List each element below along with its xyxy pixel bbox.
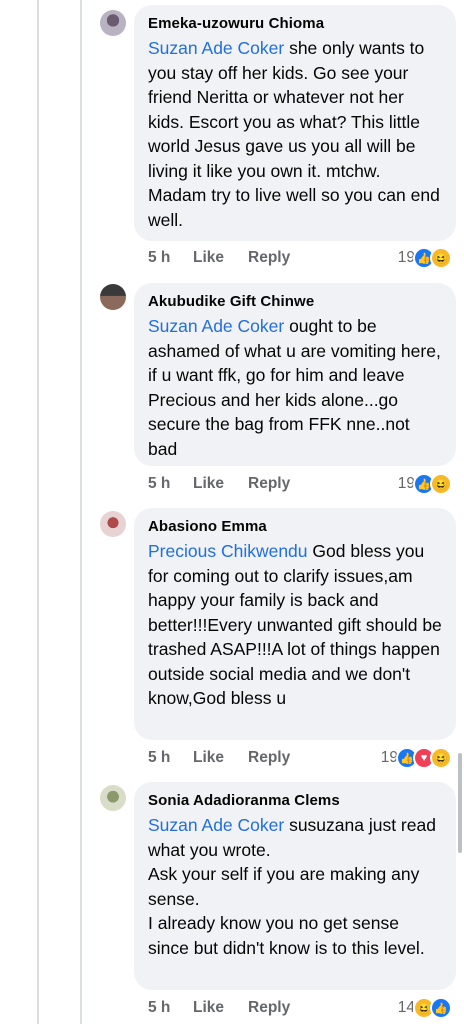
comment-body: susuzana just read what you wrote. Ask y… <box>148 815 436 958</box>
mention-link[interactable]: Suzan Ade Coker <box>148 38 284 58</box>
thread-line-outer <box>37 0 39 1024</box>
comment-time[interactable]: 5 h <box>148 249 170 267</box>
thread-line <box>80 0 82 1024</box>
mention-link[interactable]: Suzan Ade Coker <box>148 316 284 336</box>
like-button[interactable]: Like <box>193 749 224 767</box>
comment-author[interactable]: Abasiono Emma <box>148 518 442 535</box>
comment-text: Suzan Ade Coker ought to be ashamed of w… <box>148 314 442 461</box>
comment-body: God bless you for coming out to clarify … <box>148 541 442 708</box>
haha-reaction-icon: 😆 <box>430 747 452 769</box>
avatar[interactable] <box>100 284 126 310</box>
like-button[interactable]: Like <box>193 249 224 267</box>
comment-author[interactable]: Emeka-uzowuru Chioma <box>148 15 442 32</box>
reply-button[interactable]: Reply <box>248 475 290 493</box>
avatar[interactable] <box>100 511 126 537</box>
avatar[interactable] <box>100 785 126 811</box>
comment-bubble: Emeka-uzowuru Chioma Suzan Ade Coker she… <box>134 5 456 241</box>
reaction-summary[interactable]: 19 👍 😆 <box>398 247 452 269</box>
reaction-summary[interactable]: 19 👍 ♥ 😆 <box>381 747 452 769</box>
comment-text: Precious Chikwendu God bless you for com… <box>148 539 442 711</box>
haha-reaction-icon: 😆 <box>430 247 452 269</box>
comment-author[interactable]: Akubudike Gift Chinwe <box>148 293 442 310</box>
reply-button[interactable]: Reply <box>248 999 290 1017</box>
comment-time[interactable]: 5 h <box>148 475 170 493</box>
comment-bubble: Abasiono Emma Precious Chikwendu God ble… <box>134 508 456 740</box>
comment-bubble: Akubudike Gift Chinwe Suzan Ade Coker ou… <box>134 283 456 466</box>
mention-link[interactable]: Precious Chikwendu <box>148 541 308 561</box>
reply-button[interactable]: Reply <box>248 249 290 267</box>
mention-link[interactable]: Suzan Ade Coker <box>148 815 284 835</box>
like-button[interactable]: Like <box>193 999 224 1017</box>
comment-body: she only wants to you stay off her kids.… <box>148 38 440 230</box>
comment-bubble: Sonia Adadioranma Clems Suzan Ade Coker … <box>134 782 456 990</box>
comment-time[interactable]: 5 h <box>148 999 170 1017</box>
comment-body: ought to be ashamed of what u are vomiti… <box>148 316 441 459</box>
reaction-summary[interactable]: 19 👍 😆 <box>398 473 452 495</box>
like-button[interactable]: Like <box>193 475 224 493</box>
scrollbar[interactable] <box>458 753 462 853</box>
avatar[interactable] <box>100 10 126 36</box>
haha-reaction-icon: 😆 <box>430 473 452 495</box>
reply-button[interactable]: Reply <box>248 749 290 767</box>
reaction-summary[interactable]: 14 😆 👍 <box>398 997 452 1019</box>
comment-text: Suzan Ade Coker susuzana just read what … <box>148 813 442 960</box>
comment-text: Suzan Ade Coker she only wants to you st… <box>148 36 442 232</box>
like-reaction-icon: 👍 <box>430 997 452 1019</box>
comment-author[interactable]: Sonia Adadioranma Clems <box>148 792 442 809</box>
comment-time[interactable]: 5 h <box>148 749 170 767</box>
